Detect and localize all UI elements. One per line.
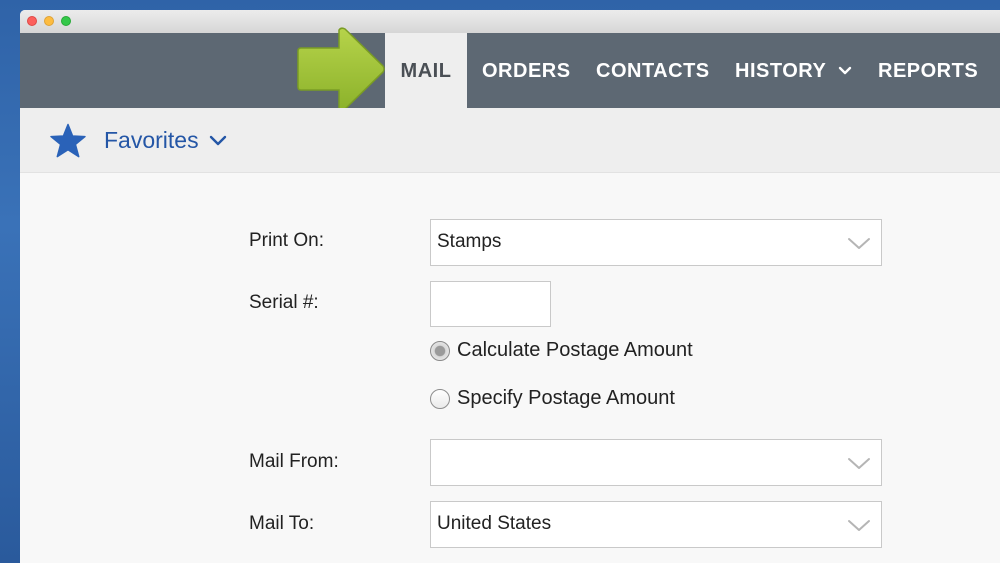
- tab-reports[interactable]: REPORTS: [878, 33, 978, 108]
- app-window: MAIL ORDERS CONTACTS HISTORY REPORTS Fav…: [20, 10, 1000, 563]
- favorites-bar: Favorites: [20, 108, 1000, 173]
- mail-to-label: Mail To:: [249, 513, 315, 534]
- favorites-label[interactable]: Favorites: [104, 108, 199, 172]
- tab-reports-label: REPORTS: [878, 60, 979, 82]
- print-on-label: Print On:: [249, 230, 324, 251]
- specify-postage-label[interactable]: Specify Postage Amount: [457, 386, 675, 410]
- chevron-down-icon: [848, 520, 870, 531]
- mail-from-select[interactable]: [430, 439, 882, 486]
- mail-to-select[interactable]: United States: [430, 501, 882, 548]
- chevron-down-icon: [838, 66, 852, 74]
- tab-contacts[interactable]: CONTACTS: [596, 33, 710, 108]
- window-titlebar: [20, 10, 1000, 34]
- main-navbar: MAIL ORDERS CONTACTS HISTORY REPORTS: [20, 33, 1000, 108]
- chevron-down-icon: [848, 238, 870, 249]
- tab-orders-label: ORDERS: [482, 60, 571, 82]
- calculate-postage-radio[interactable]: [430, 341, 450, 361]
- tab-contacts-label: CONTACTS: [596, 60, 710, 82]
- zoom-window-button[interactable]: [61, 16, 71, 26]
- serial-input[interactable]: [430, 281, 551, 327]
- tab-history-label: HISTORY: [735, 60, 826, 82]
- tab-mail[interactable]: MAIL: [385, 33, 467, 108]
- close-window-button[interactable]: [27, 16, 37, 26]
- chevron-down-icon[interactable]: [209, 135, 227, 146]
- print-on-select[interactable]: Stamps: [430, 219, 882, 266]
- chevron-down-icon: [848, 458, 870, 469]
- tab-history[interactable]: HISTORY: [735, 33, 852, 108]
- tab-mail-label: MAIL: [400, 60, 452, 82]
- green-arrow-right-icon: [297, 27, 385, 111]
- calculate-postage-label[interactable]: Calculate Postage Amount: [457, 338, 693, 362]
- serial-label: Serial #:: [249, 292, 319, 313]
- minimize-window-button[interactable]: [44, 16, 54, 26]
- print-on-value: Stamps: [437, 231, 502, 252]
- mail-to-value: United States: [437, 513, 552, 534]
- star-icon[interactable]: [49, 123, 87, 159]
- mail-from-label: Mail From:: [249, 451, 339, 472]
- tab-orders[interactable]: ORDERS: [482, 33, 571, 108]
- specify-postage-radio[interactable]: [430, 389, 450, 409]
